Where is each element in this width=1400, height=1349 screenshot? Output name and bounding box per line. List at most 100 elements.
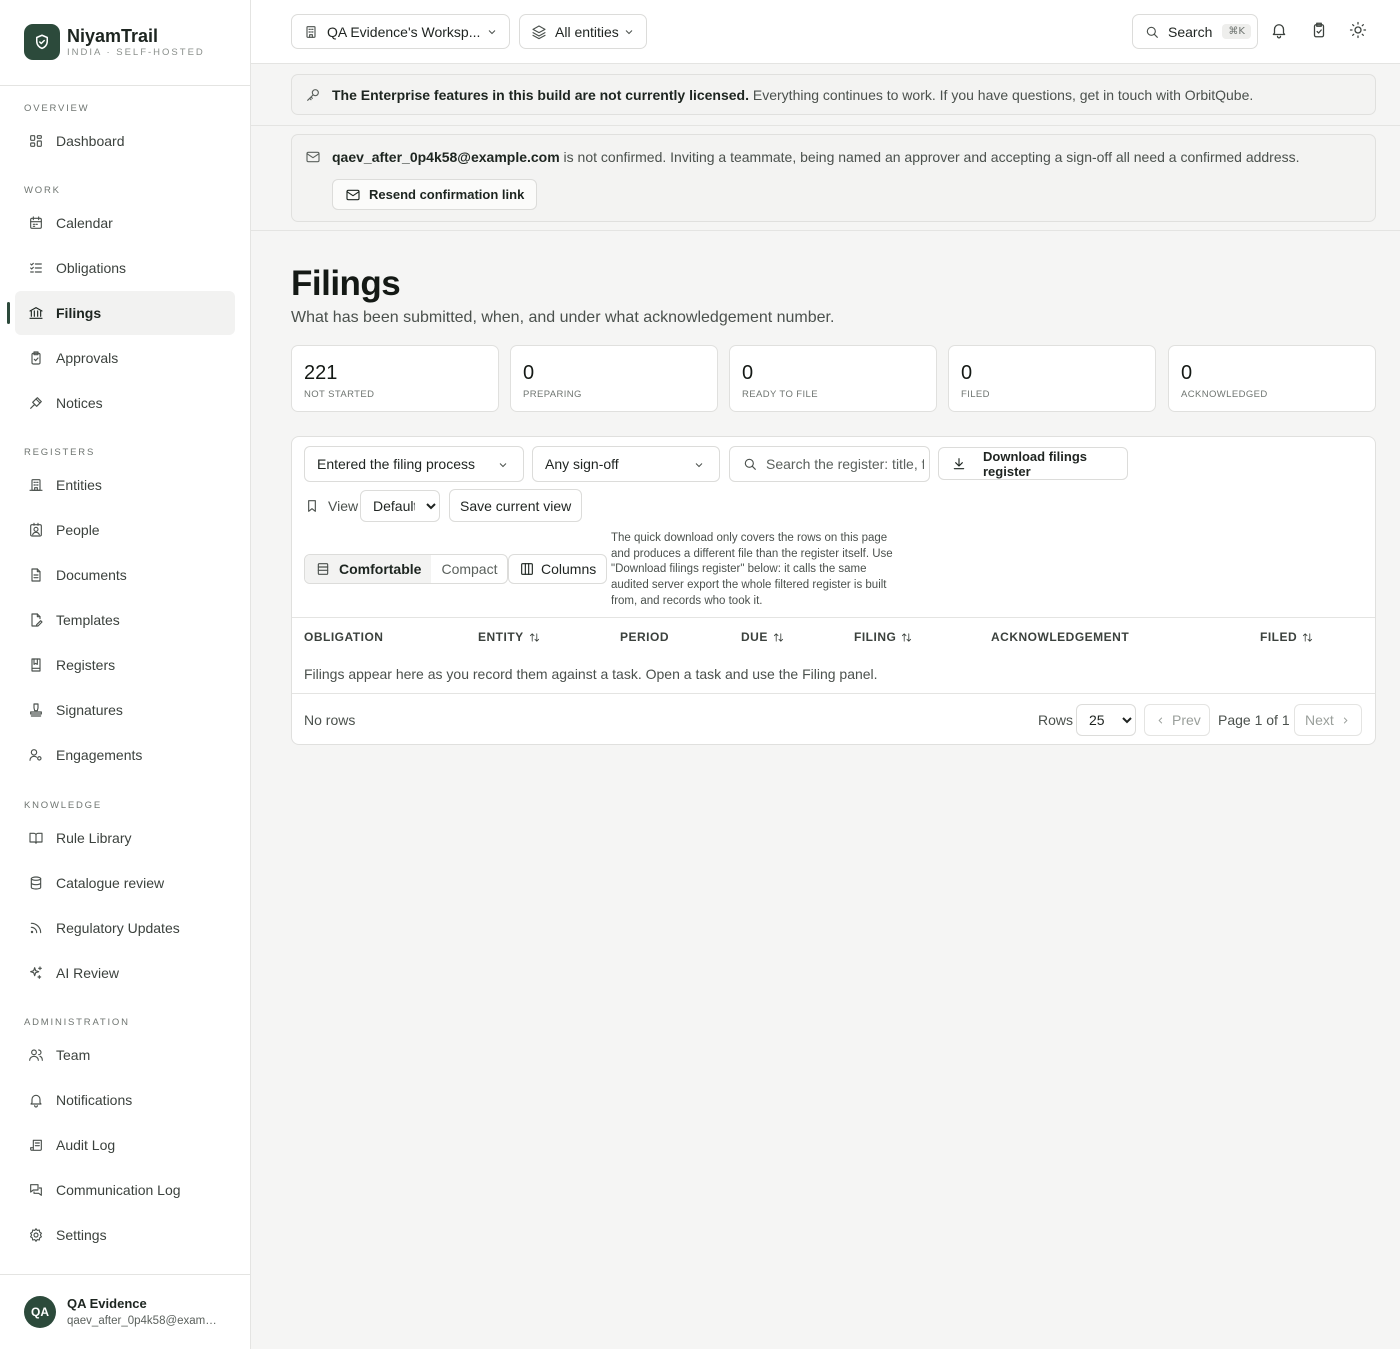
sidebar: NiyamTrail INDIA · SELF-HOSTED OVERVIEW … (0, 0, 251, 1349)
sidebar-item-label: Obligations (56, 260, 127, 276)
signoff-filter-value: Any sign-off (545, 456, 619, 472)
rows-icon (315, 561, 331, 577)
sidebar-item-approvals[interactable]: Approvals (15, 336, 235, 380)
bookmark-icon (304, 498, 320, 514)
chevron-down-icon (497, 459, 509, 471)
database-icon (28, 875, 44, 891)
confirm-banner-text: qaev_after_0p4k58@example.com is not con… (332, 149, 1300, 165)
search-button[interactable]: Search ⌘K (1132, 14, 1258, 49)
sun-icon[interactable] (1349, 21, 1367, 39)
sidebar-item-regulatory-updates[interactable]: Regulatory Updates (15, 906, 235, 950)
page-indicator: Page 1 of 1 (1218, 712, 1290, 728)
density-comfortable[interactable]: Comfortable (305, 555, 432, 583)
sidebar-item-templates[interactable]: Templates (15, 598, 235, 642)
density-compact[interactable]: Compact (431, 555, 507, 583)
density-comfortable-label: Comfortable (339, 561, 422, 577)
stat-value: 0 (523, 362, 535, 384)
sidebar-item-settings[interactable]: Settings (15, 1213, 235, 1257)
messages-icon (28, 1182, 44, 1198)
register-search[interactable] (729, 446, 930, 482)
chevron-down-icon (486, 26, 498, 38)
sidebar-item-documents[interactable]: Documents (15, 553, 235, 597)
column-filing[interactable]: FILING (854, 630, 912, 644)
sidebar-item-obligations[interactable]: Obligations (15, 246, 235, 290)
stat-acknowledged[interactable]: 0 ACKNOWLEDGED (1168, 345, 1376, 412)
next-label: Next (1305, 712, 1334, 728)
sidebar-item-dashboard[interactable]: Dashboard (15, 119, 235, 163)
sidebar-item-people[interactable]: People (15, 508, 235, 552)
sidebar-item-label: Settings (56, 1227, 107, 1243)
confirm-banner-message: is not confirmed. Inviting a teammate, b… (559, 149, 1300, 165)
view-label-text: View (328, 498, 359, 514)
stat-ready-to-file[interactable]: 0 READY TO FILE (729, 345, 937, 412)
entity-switcher[interactable]: All entities (519, 14, 647, 49)
sidebar-item-label: AI Review (56, 965, 120, 981)
prev-label: Prev (1172, 712, 1201, 728)
chevron-right-icon (1340, 715, 1351, 726)
grid-icon (28, 133, 44, 149)
clipboard-check-icon (28, 350, 44, 366)
stage-filter-select[interactable]: Entered the filing process (304, 446, 524, 482)
sidebar-item-rule-library[interactable]: Rule Library (15, 816, 235, 860)
user-cog-icon (28, 747, 44, 763)
building-icon (28, 477, 44, 493)
signoff-filter-select[interactable]: Any sign-off (532, 446, 720, 482)
confirm-banner-area: qaev_after_0p4k58@example.com is not con… (251, 126, 1400, 231)
brand-name: NiyamTrail (67, 25, 159, 46)
sidebar-item-entities[interactable]: Entities (15, 463, 235, 507)
download-filings-register-button[interactable]: Download filings register (938, 447, 1128, 480)
sidebar-item-notices[interactable]: Notices (15, 381, 235, 425)
sidebar-item-label: Templates (56, 612, 120, 628)
layers-icon (531, 24, 547, 40)
stat-filed[interactable]: 0 FILED (948, 345, 1156, 412)
sidebar-item-registers[interactable]: Registers (15, 643, 235, 687)
key-icon (305, 87, 321, 103)
column-entity[interactable]: ENTITY (478, 630, 540, 644)
stat-not-started[interactable]: 221 NOT STARTED (291, 345, 499, 412)
prev-page-button[interactable]: Prev (1144, 704, 1210, 736)
user-menu[interactable]: QA QA Evidence qaev_after_0p4k58@example… (24, 1295, 223, 1329)
bell-icon[interactable] (1270, 21, 1288, 39)
rows-per-page-select[interactable]: 25 (1076, 704, 1136, 736)
bank-icon (28, 305, 44, 321)
column-filed[interactable]: FILED (1260, 630, 1313, 644)
stat-value: 0 (961, 362, 973, 384)
sidebar-item-label: Communication Log (56, 1182, 181, 1198)
sparkles-icon (28, 965, 44, 981)
divider (0, 1274, 250, 1275)
mail-icon (305, 149, 321, 165)
chevron-left-icon (1155, 715, 1166, 726)
resend-confirmation-button[interactable]: Resend confirmation link (332, 179, 538, 210)
sidebar-item-team[interactable]: Team (15, 1033, 235, 1077)
save-current-view-button[interactable]: Save current view (449, 489, 583, 522)
stat-label: READY TO FILE (742, 389, 818, 400)
brand[interactable]: NiyamTrail INDIA · SELF-HOSTED (24, 24, 205, 60)
download-filings-register-label: Download filings register (983, 448, 1087, 479)
sidebar-item-ai-review[interactable]: AI Review (15, 951, 235, 995)
saved-view-select[interactable]: Default (360, 490, 440, 522)
download-icon (951, 456, 967, 472)
column-obligation: OBLIGATION (304, 630, 383, 644)
stat-preparing[interactable]: 0 PREPARING (510, 345, 718, 412)
workspace-switcher[interactable]: QA Evidence's Worksp... (291, 14, 510, 49)
sidebar-item-communication-log[interactable]: Communication Log (15, 1168, 235, 1212)
sidebar-item-engagements[interactable]: Engagements (15, 733, 235, 777)
sidebar-item-label: Approvals (56, 350, 119, 366)
column-period: PERIOD (620, 630, 669, 644)
clipboard-check-icon[interactable] (1310, 21, 1328, 39)
column-due[interactable]: DUE (741, 630, 784, 644)
next-page-button[interactable]: Next (1294, 704, 1362, 736)
sidebar-item-audit-log[interactable]: Audit Log (15, 1123, 235, 1167)
sidebar-item-label: Regulatory Updates (56, 920, 180, 936)
register-search-input[interactable] (766, 456, 924, 472)
license-banner-strong: The Enterprise features in this build ar… (332, 87, 749, 103)
calendar-icon (28, 215, 44, 231)
sidebar-item-filings[interactable]: Filings (15, 291, 235, 335)
sidebar-item-calendar[interactable]: Calendar (15, 201, 235, 245)
sidebar-item-signatures[interactable]: Signatures (15, 688, 235, 732)
stat-value: 221 (304, 362, 338, 384)
rows-per-page-label: Rows (1038, 712, 1074, 728)
columns-button[interactable]: Columns (508, 554, 608, 584)
sidebar-item-notifications[interactable]: Notifications (15, 1078, 235, 1122)
sidebar-item-catalogue-review[interactable]: Catalogue review (15, 861, 235, 905)
